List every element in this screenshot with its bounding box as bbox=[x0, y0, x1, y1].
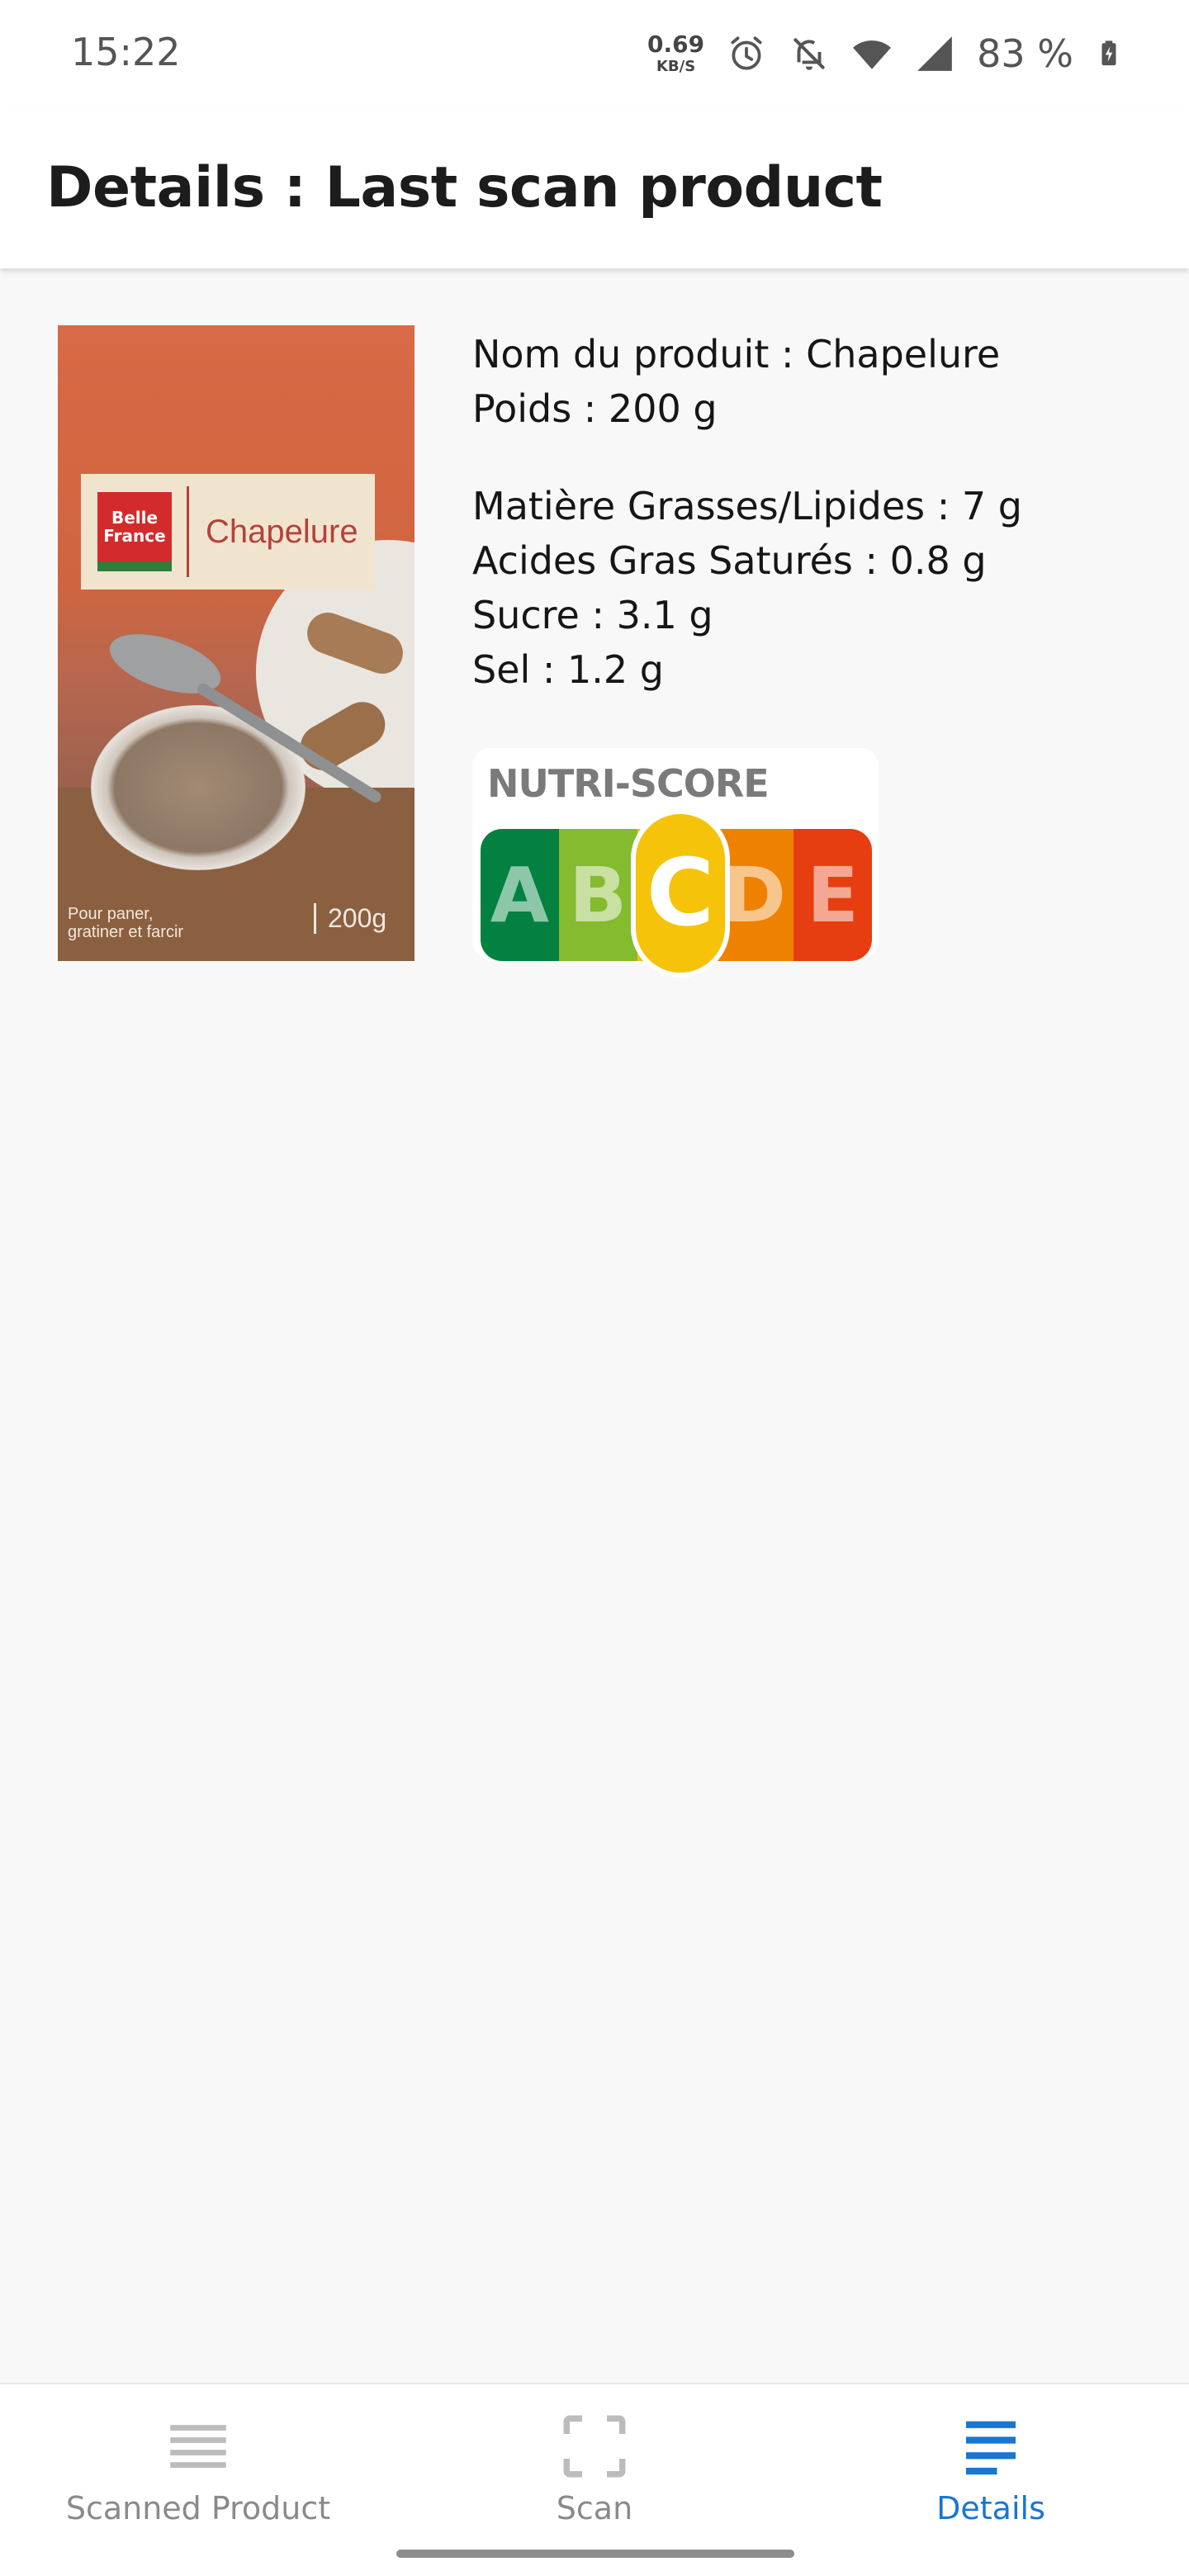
product-salt-line: Sel : 1.2 g bbox=[472, 647, 664, 692]
product-image-name: Chapelure bbox=[206, 513, 358, 550]
bell-off-icon bbox=[793, 38, 825, 70]
details-list-icon bbox=[966, 2421, 1016, 2475]
nav-item-scan[interactable]: Scan bbox=[396, 2384, 793, 2533]
list-icon bbox=[170, 2425, 226, 2468]
network-speed-value: 0.69 bbox=[647, 31, 705, 58]
product-saturated-fat-line: Acides Gras Saturés : 0.8 g bbox=[472, 538, 987, 583]
alarm-icon bbox=[731, 36, 762, 70]
status-icons: 0.69 KB/S 83 % bbox=[647, 25, 1123, 83]
nutri-score-active-grade: C bbox=[631, 809, 730, 978]
product-weight-line: Poids : 200 g bbox=[472, 386, 718, 431]
page-title: Details : Last scan product bbox=[46, 155, 883, 220]
cell-signal-icon bbox=[917, 36, 952, 71]
nav-label-scan: Scan bbox=[556, 2490, 633, 2526]
bottom-navigation: Scanned Product Scan Details bbox=[0, 2383, 1189, 2576]
product-info: Nom du produit : Chapelure Poids : 200 g… bbox=[472, 327, 1149, 697]
product-sugar-line: Sucre : 3.1 g bbox=[472, 593, 713, 637]
app-bar: Details : Last scan product bbox=[0, 107, 1189, 268]
product-fat-line: Matière Grasses/Lipides : 7 g bbox=[472, 484, 1022, 528]
battery-charging-icon bbox=[1101, 40, 1116, 66]
product-name-line: Nom du produit : Chapelure bbox=[472, 332, 1001, 376]
status-time: 15:22 bbox=[71, 30, 181, 74]
status-bar: 15:22 0.69 KB/S 83 % bbox=[0, 0, 1189, 107]
nutri-grade-b: B bbox=[558, 829, 637, 961]
brand-logo: Belle France bbox=[97, 492, 172, 571]
label-divider bbox=[187, 486, 189, 577]
scan-frame-icon bbox=[563, 2415, 626, 2478]
product-image-tagline: Pour paner, gratiner et farcir bbox=[68, 905, 184, 941]
nutri-score-title: NUTRI-SCORE bbox=[487, 761, 770, 806]
nutri-grade-a: A bbox=[481, 829, 559, 961]
nav-item-details[interactable]: Details bbox=[793, 2384, 1189, 2533]
product-image-label: Belle France Chapelure bbox=[81, 474, 375, 590]
battery-percent: 83 % bbox=[977, 31, 1073, 76]
nav-item-scanned-product[interactable]: Scanned Product bbox=[0, 2384, 396, 2533]
nutri-grade-e: E bbox=[793, 829, 872, 961]
network-speed-unit: KB/S bbox=[656, 58, 696, 75]
product-image: Belle France Chapelure Pour paner, gratin… bbox=[58, 325, 414, 961]
network-speed: 0.69 KB/S bbox=[647, 33, 704, 74]
nutri-score-badge: NUTRI-SCORE A B C D E C bbox=[472, 748, 879, 978]
nav-label-scanned-product: Scanned Product bbox=[65, 2490, 331, 2526]
gesture-bar[interactable] bbox=[396, 2550, 794, 2558]
nav-label-details: Details bbox=[936, 2490, 1045, 2526]
product-image-weight: 200g bbox=[314, 903, 386, 934]
wifi-icon bbox=[853, 40, 892, 69]
